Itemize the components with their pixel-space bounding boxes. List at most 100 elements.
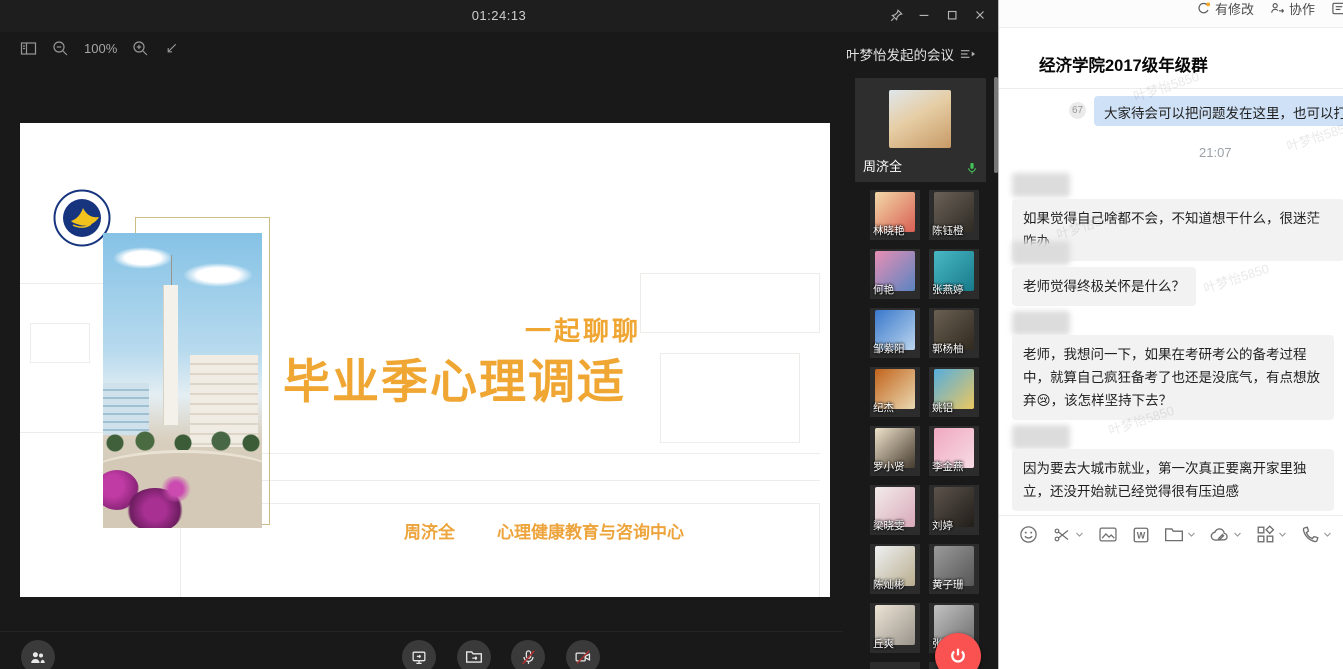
collaborate-button[interactable]: 协作	[1270, 0, 1315, 18]
participant-tile[interactable]: 李金燕	[929, 426, 979, 476]
modified-button[interactable]: 有修改	[1196, 0, 1254, 18]
participant-name: 邹紫阳	[873, 341, 905, 356]
sender-avatar-blurred[interactable]	[1012, 241, 1070, 265]
share-file-button[interactable]	[457, 640, 491, 669]
sketch-detail	[30, 323, 90, 363]
participant-tile[interactable]: 梁晓雯	[870, 485, 920, 535]
sync-icon	[1196, 1, 1211, 16]
fit-screen-icon[interactable]	[164, 41, 179, 56]
avatar	[889, 90, 951, 148]
meeting-titlebar: 01:24:13	[0, 0, 998, 32]
incoming-message-bubble: 因为要去大城市就业，第一次真正要离开家里独立，还没开始就已经觉得很有压迫感	[1012, 449, 1334, 511]
participant-tile[interactable]: 何艳	[870, 249, 920, 299]
participant-tile[interactable]: 邹紫阳	[870, 308, 920, 358]
share-screen-button[interactable]	[402, 640, 436, 669]
participant-name: 郭杨柚	[932, 341, 964, 356]
maximize-button[interactable]	[940, 2, 964, 28]
emoji-button[interactable]	[1019, 525, 1038, 544]
campus-photo	[103, 233, 262, 528]
participant-tile[interactable]: 林晓艳	[870, 190, 920, 240]
chevron-down-icon	[1187, 531, 1196, 538]
slide-title: 毕业季心理调适	[283, 343, 626, 412]
slide-organization: 心理健康教育与咨询中心	[497, 518, 684, 543]
chat-window: 有修改 协作 经济学院2017级年级群 67 大家待会可以把问题发在这里，也可以…	[998, 0, 1343, 669]
participant-tile[interactable]: 黄子珊	[929, 544, 979, 594]
participant-name: 刘婷	[932, 518, 953, 533]
pin-icon[interactable]	[884, 2, 908, 28]
modified-label: 有修改	[1215, 0, 1254, 18]
chat-group-title: 经济学院2017级年级群	[1039, 52, 1208, 76]
members-button[interactable]	[21, 640, 55, 669]
incoming-message-bubble: 老师觉得终极关怀是什么？	[1012, 267, 1196, 306]
message-list: 67 大家待会可以把问题发在这里，也可以打开 21:07 如果觉得自己啥都不会，…	[999, 89, 1343, 515]
mic-on-icon	[966, 161, 978, 176]
image-button[interactable]	[1098, 526, 1118, 543]
window-controls	[884, 2, 992, 28]
participant-name: 纪杰	[873, 400, 894, 415]
camera-off-button[interactable]	[566, 640, 600, 669]
cloud-doc-button[interactable]	[1210, 526, 1242, 543]
sender-avatar-blurred[interactable]	[1012, 425, 1070, 449]
participant-tile[interactable]: 郭杨柚	[929, 308, 979, 358]
view-toolbar: 100%	[0, 32, 179, 64]
chevron-down-icon	[1233, 531, 1242, 538]
mic-muted-button[interactable]	[511, 640, 545, 669]
participant-name: 何艳	[873, 282, 894, 297]
zoom-in-icon[interactable]	[132, 40, 149, 57]
phone-icon	[1301, 525, 1320, 544]
slide-presenter: 周济全	[404, 518, 455, 543]
sender-avatar-blurred[interactable]	[1012, 173, 1070, 197]
incoming-message-bubble: 老师，我想问一下，如果在考研考公的备考过程中，就算自己疯狂备考了也还是没底气，有…	[1012, 335, 1334, 420]
zoom-level: 100%	[84, 41, 117, 56]
participant-tile[interactable]: 陈灿彬	[870, 544, 920, 594]
chevron-down-icon	[1075, 531, 1084, 538]
active-speaker-tile[interactable]: 周济全	[855, 78, 986, 182]
participant-name: 罗小贤	[873, 459, 905, 474]
participants-grid: 林晓艳 陈钰橙 何艳 张燕婷 邹紫阳 郭杨柚 纪杰 姚铝 罗小贤 李金燕 梁晓雯…	[870, 190, 979, 669]
more-tools-button[interactable]	[1331, 1, 1343, 16]
word-doc-button[interactable]: W	[1132, 526, 1150, 544]
reply-count-badge: 67	[1069, 102, 1086, 119]
presentation-slide: 一起聊聊 毕业季心理调适 周济全 心理健康教育与咨询中心	[20, 123, 830, 597]
sketch-wall	[260, 453, 820, 481]
participant-tile[interactable]: 陈钰橙	[929, 190, 979, 240]
svg-text:W: W	[1137, 530, 1146, 540]
meeting-window: 01:24:13	[0, 0, 998, 669]
call-button[interactable]	[1301, 525, 1332, 544]
shared-screen-stage: 一起聊聊 毕业季心理调适 周济全 心理健康教育与咨询中心	[0, 64, 843, 631]
chat-top-toolbar: 有修改 协作	[999, 0, 1343, 28]
scissors-icon	[1052, 526, 1072, 544]
participant-name: 李金燕	[932, 459, 964, 474]
image-icon	[1098, 526, 1118, 543]
apps-button[interactable]	[1256, 525, 1287, 544]
participant-name: 姚铝	[932, 400, 953, 415]
speaker-name: 周济全	[863, 156, 902, 175]
sidebar-toggle-icon[interactable]	[20, 41, 37, 56]
participant-list-menu-icon[interactable]	[960, 48, 976, 60]
collaborate-label: 协作	[1289, 0, 1315, 18]
close-button[interactable]	[968, 2, 992, 28]
minimize-button[interactable]	[912, 2, 936, 28]
message-input[interactable]	[999, 553, 1343, 669]
participant-tile[interactable]: 丘爽	[870, 603, 920, 653]
participant-tile[interactable]: 张燕婷	[929, 249, 979, 299]
participant-tile[interactable]: 姚铝	[929, 367, 979, 417]
sketch-detail	[660, 353, 800, 443]
sender-avatar-blurred[interactable]	[1012, 311, 1070, 335]
message-timestamp: 21:07	[1199, 145, 1232, 160]
sketch-building-right	[640, 273, 820, 333]
slide-byline: 周济全 心理健康教育与咨询中心	[404, 518, 684, 543]
clipped-tool-icon	[1331, 1, 1343, 16]
participant-tile[interactable]: 罗小贤	[870, 426, 920, 476]
file-button[interactable]	[1164, 526, 1196, 543]
meeting-panel-header[interactable]: 叶梦怡发起的会议	[846, 44, 976, 64]
participant-name: 张燕婷	[932, 282, 964, 297]
zoom-out-icon[interactable]	[52, 40, 69, 57]
participant-tile[interactable]: 纪杰	[870, 367, 920, 417]
participant-tile[interactable]	[870, 662, 920, 669]
participant-tile[interactable]: 刘婷	[929, 485, 979, 535]
word-doc-icon: W	[1132, 526, 1150, 544]
participant-name: 丘爽	[873, 636, 894, 651]
apps-grid-icon	[1256, 525, 1275, 544]
screenshot-button[interactable]	[1052, 526, 1084, 544]
